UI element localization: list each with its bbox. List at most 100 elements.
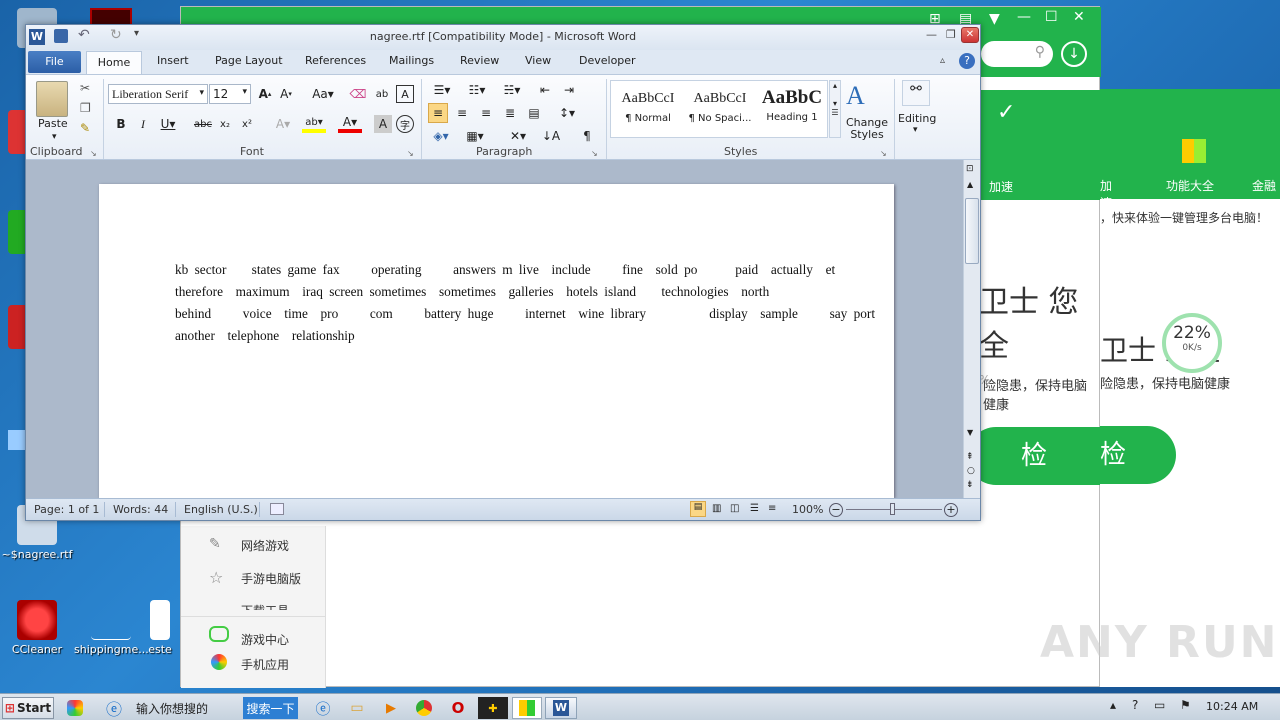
menu-item[interactable]: 手机应用: [241, 656, 289, 673]
media-player-icon[interactable]: ▶: [381, 697, 401, 719]
change-styles-button[interactable]: Change Styles: [844, 117, 890, 141]
dialog-launcher-icon[interactable]: ↘: [407, 149, 414, 158]
change-case-icon[interactable]: Aa▾: [309, 85, 337, 103]
help-tray-icon[interactable]: ?: [1132, 698, 1138, 712]
distributed-icon[interactable]: ▤: [524, 103, 544, 123]
tab-references[interactable]: References: [305, 54, 366, 67]
font-name-combo[interactable]: Liberation Serif ▾: [108, 84, 208, 104]
feature-label[interactable]: 加速: [1100, 177, 1112, 211]
feature-label[interactable]: 功能大全: [1166, 177, 1214, 194]
shrink-font-icon[interactable]: A ▾: [277, 85, 295, 103]
line-spacing-icon[interactable]: ↕▾: [554, 103, 580, 123]
sort-icon[interactable]: ↓A: [542, 127, 560, 145]
word-count[interactable]: Words: 44: [113, 503, 168, 516]
check-button[interactable]: 检: [1100, 426, 1176, 484]
vertical-scrollbar[interactable]: ⊡ ▲ ▼ ⇞ ○ ⇟: [963, 160, 980, 498]
search-box[interactable]: ⚲: [981, 41, 1053, 67]
opera-icon[interactable]: O: [448, 697, 468, 719]
document-page[interactable]: kb sector states game fax operating answ…: [99, 184, 894, 498]
outline-icon[interactable]: ☰: [750, 503, 759, 514]
scroll-up-icon[interactable]: ▲: [967, 180, 973, 189]
minimize-icon[interactable]: —: [1017, 9, 1031, 25]
full-screen-reading-icon[interactable]: ▥: [712, 503, 721, 514]
style-no-spacing[interactable]: AaBbCcI ¶ No Spaci...: [685, 83, 755, 135]
chrome-icon[interactable]: [414, 697, 434, 719]
tab-review[interactable]: Review: [460, 54, 499, 67]
style-heading-1[interactable]: AaBbC Heading 1: [757, 83, 827, 135]
format-painter-icon[interactable]: ✎: [80, 121, 90, 135]
zoom-in-icon[interactable]: +: [944, 503, 958, 517]
style-normal[interactable]: AaBbCcI ¶ Normal: [613, 83, 683, 135]
text-effects-icon[interactable]: A▾: [272, 115, 294, 133]
numbering-icon[interactable]: ☷▾: [463, 81, 491, 99]
tab-insert[interactable]: Insert: [157, 54, 189, 67]
desktop-icon-shipping[interactable]: shippingme...: [74, 600, 149, 656]
enclose-characters-icon[interactable]: 字: [396, 115, 414, 133]
network-icon[interactable]: ▭: [1154, 698, 1165, 712]
collapse-ribbon-icon[interactable]: ▵: [940, 55, 945, 66]
tab-file[interactable]: File: [28, 51, 81, 73]
macro-record-icon[interactable]: [270, 503, 284, 515]
italic-icon[interactable]: I: [134, 115, 152, 133]
borders-icon[interactable]: ▦▾: [462, 127, 488, 145]
menu-item[interactable]: 下载工具: [241, 602, 289, 610]
download-icon[interactable]: ↓: [1061, 41, 1087, 67]
browse-object-icon[interactable]: ○: [967, 466, 975, 476]
styles-scroll[interactable]: ▴ ▾ ☰: [829, 80, 841, 138]
restore-button[interactable]: ❐: [946, 28, 956, 41]
shading-icon[interactable]: ◈▾: [428, 127, 454, 145]
close-button[interactable]: ✕: [961, 27, 979, 43]
page-count[interactable]: Page: 1 of 1: [34, 503, 99, 516]
taskbar-search-input[interactable]: 输入你想搜的: [128, 697, 238, 719]
feature-label[interactable]: 金融: [1252, 177, 1276, 194]
clear-formatting-icon[interactable]: ⌫: [349, 85, 367, 103]
clock[interactable]: 10:24 AM: [1206, 700, 1258, 713]
align-center-icon[interactable]: ≡: [452, 103, 472, 123]
editing-button[interactable]: Editing: [898, 112, 936, 125]
close-icon[interactable]: ✕: [1073, 9, 1085, 25]
show-hidden-icons[interactable]: ▴: [1110, 698, 1116, 712]
menu-item[interactable]: 手游电脑版: [241, 570, 301, 587]
strikethrough-icon[interactable]: abc: [192, 115, 214, 133]
ie-taskbar-icon[interactable]: ⓔ: [313, 697, 333, 719]
zoom-out-icon[interactable]: −: [829, 503, 843, 517]
grow-font-icon[interactable]: A ▴: [256, 85, 274, 103]
promo-banner[interactable]: ，快来体验一键管理多台电脑！: [1100, 209, 1268, 226]
tab-view[interactable]: View: [525, 54, 551, 67]
paste-icon[interactable]: [36, 81, 68, 117]
ruler-toggle-icon[interactable]: ⊡: [966, 164, 974, 174]
binoculars-icon[interactable]: ⚯: [902, 80, 930, 106]
tab-page-layout[interactable]: Page Layout: [215, 54, 283, 67]
asian-layout-icon[interactable]: ✕▾: [504, 127, 532, 145]
taskbar-search-button[interactable]: 搜索一下: [243, 697, 298, 719]
show-formatting-icon[interactable]: ¶: [578, 127, 596, 145]
change-styles-icon[interactable]: A: [846, 81, 865, 111]
paste-dropdown-icon[interactable]: ▾: [52, 132, 57, 142]
tab-home[interactable]: Home: [86, 51, 142, 75]
bullets-icon[interactable]: ☰▾: [428, 81, 456, 99]
menu-item[interactable]: 游戏中心: [241, 631, 289, 648]
highlight-icon[interactable]: ab▾: [302, 115, 326, 133]
copy-icon[interactable]: ❐: [80, 101, 91, 115]
character-shading-icon[interactable]: A: [374, 115, 392, 133]
tab-developer[interactable]: Developer: [579, 54, 636, 67]
search-icon[interactable]: ⚲: [1035, 44, 1045, 60]
dropdown-icon[interactable]: ▼: [989, 11, 1000, 27]
justify-icon[interactable]: ≣: [500, 103, 520, 123]
decrease-indent-icon[interactable]: ⇤: [536, 81, 554, 99]
prev-page-icon[interactable]: ⇞: [966, 452, 974, 462]
tab-mailings[interactable]: Mailings: [389, 54, 434, 67]
app-taskbar-icon[interactable]: [512, 697, 542, 719]
character-border-icon[interactable]: A: [396, 85, 414, 103]
next-page-icon[interactable]: ⇟: [966, 480, 974, 490]
paste-button[interactable]: Paste: [38, 117, 68, 130]
speed-widget[interactable]: 22% 0K/s: [1162, 313, 1222, 373]
help-icon[interactable]: ?: [959, 53, 975, 69]
multilevel-list-icon[interactable]: ☵▾: [498, 81, 526, 99]
align-left-icon[interactable]: ≡: [428, 103, 448, 123]
superscript-icon[interactable]: x²: [238, 115, 256, 133]
zoom-slider-thumb[interactable]: [890, 503, 895, 515]
ie-icon[interactable]: ⓔ: [104, 697, 124, 719]
app-taskbar-icon[interactable]: ✚: [478, 697, 508, 719]
menu-item[interactable]: 网络游戏: [241, 537, 289, 554]
